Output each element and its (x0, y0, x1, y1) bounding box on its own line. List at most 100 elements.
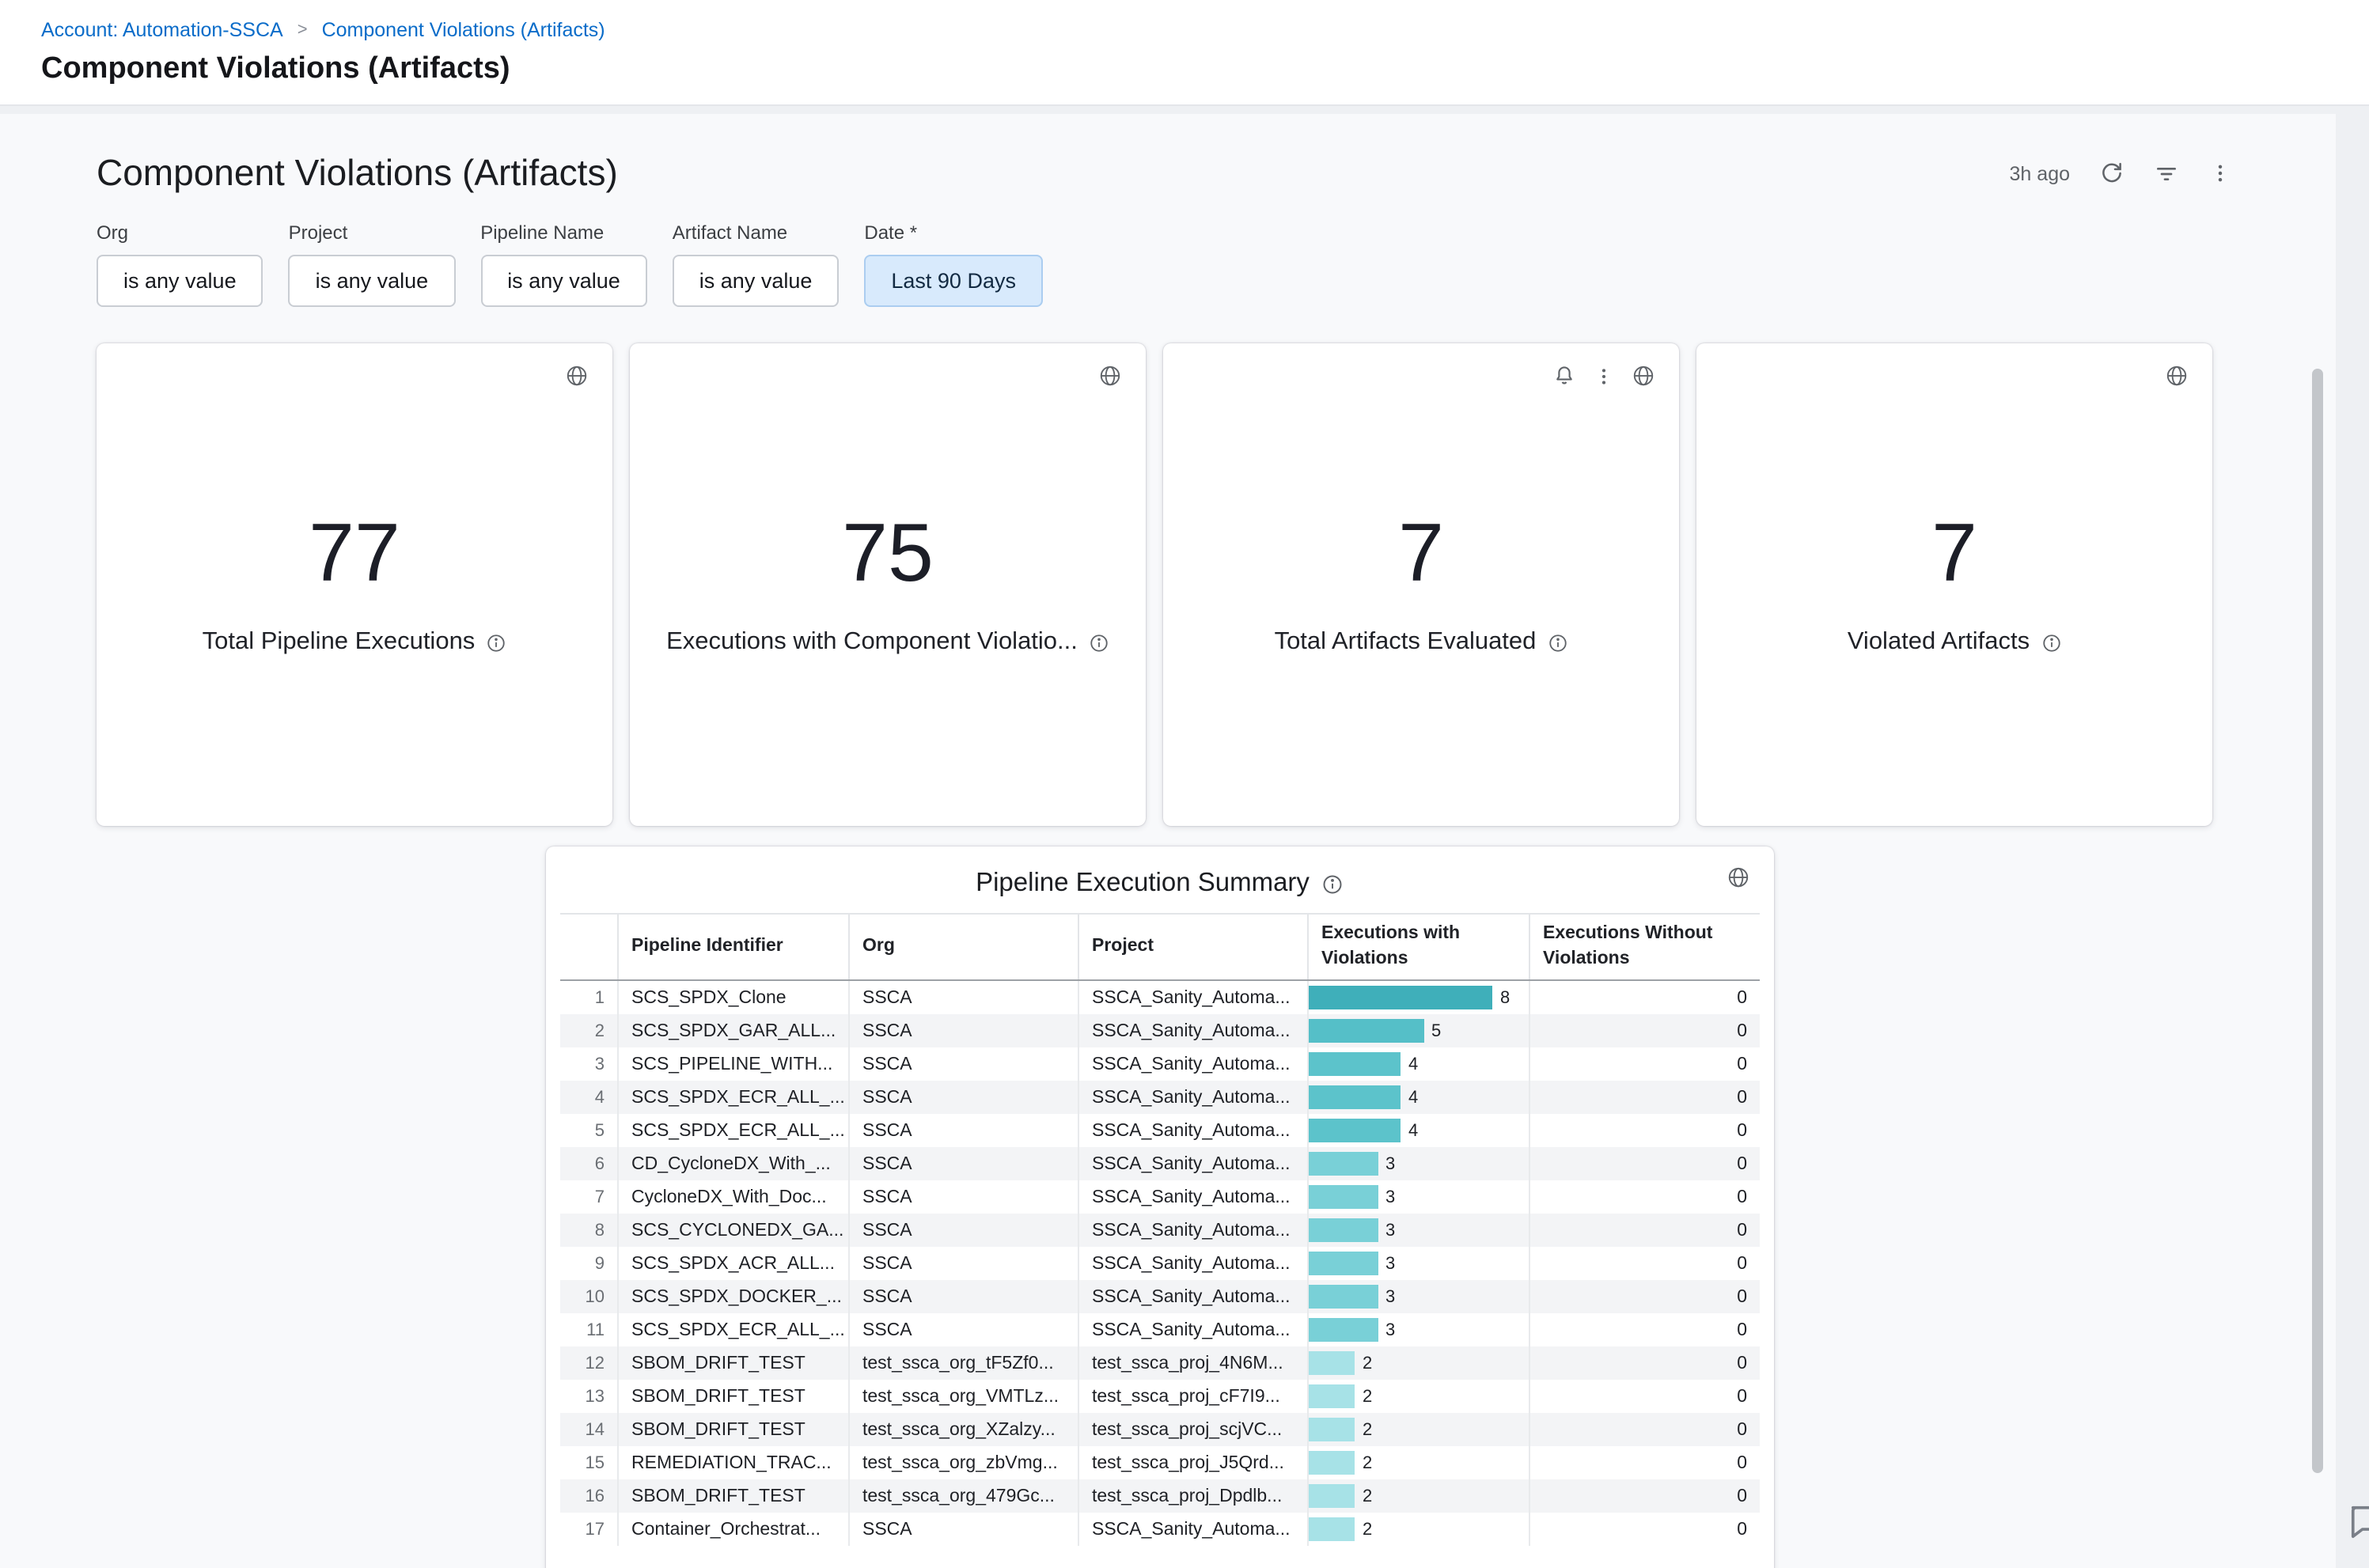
violations-bar (1309, 1384, 1355, 1408)
info-icon[interactable] (1089, 632, 1109, 653)
cell-org: test_ssca_org_VMTLz... (850, 1380, 1079, 1413)
filter-artifact-name-value-button[interactable]: is any value (673, 255, 840, 307)
dashboard-actions: 3h ago (2010, 161, 2231, 186)
cell-pipeline-identifier: SCS_SPDX_Clone (619, 981, 850, 1014)
app-window: Account: Automation-SSCA > Component Vio… (0, 0, 2369, 1568)
cell-project: SSCA_Sanity_Automa... (1079, 1147, 1309, 1180)
row-index: 3 (560, 1047, 619, 1081)
cell-org: SSCA (850, 981, 1079, 1014)
violations-bar (1309, 1285, 1378, 1309)
cell-project: SSCA_Sanity_Automa... (1079, 1180, 1309, 1214)
stat-label: Violated Artifacts (1848, 628, 2061, 657)
cell-executions-without-violations: 0 (1530, 1214, 1760, 1247)
column-header-executions-with-violations[interactable]: Executions with Violations (1309, 915, 1530, 979)
dashboard-title: Component Violations (Artifacts) (97, 152, 618, 195)
stat-value: 75 (842, 513, 934, 595)
cell-pipeline-identifier: SCS_SPDX_ACR_ALL... (619, 1247, 850, 1280)
cell-project: SSCA_Sanity_Automa... (1079, 1047, 1309, 1081)
cell-project: test_ssca_proj_Dpdlb... (1079, 1479, 1309, 1513)
info-icon[interactable] (1322, 873, 1344, 895)
cell-org: test_ssca_org_zbVmg... (850, 1446, 1079, 1479)
cell-pipeline-identifier: SCS_SPDX_ECR_ALL_... (619, 1114, 850, 1147)
feedback-chat-icon[interactable] (2345, 1500, 2369, 1541)
breadcrumb: Account: Automation-SSCA > Component Vio… (41, 19, 2369, 41)
violations-bar-value: 3 (1385, 1254, 1395, 1273)
violations-bar-value: 4 (1408, 1055, 1418, 1074)
cell-executions-without-violations: 0 (1530, 1513, 1760, 1546)
filter-date: Date * Last 90 Days (864, 222, 1043, 307)
row-index: 1 (560, 981, 619, 1014)
table-row: 1 SCS_SPDX_Clone SSCA SSCA_Sanity_Automa… (560, 981, 1760, 1014)
filter-date-value-button[interactable]: Last 90 Days (864, 255, 1043, 307)
table-row: 5 SCS_SPDX_ECR_ALL_... SSCA SSCA_Sanity_… (560, 1114, 1760, 1147)
tile-total-artifacts-evaluated: 7 Total Artifacts Evaluated (1163, 343, 1679, 826)
table-row: 10 SCS_SPDX_DOCKER_... SSCA SSCA_Sanity_… (560, 1280, 1760, 1313)
globe-icon[interactable] (1632, 364, 1655, 388)
table-row: 13 SBOM_DRIFT_TEST test_ssca_org_VMTLz..… (560, 1380, 1760, 1413)
tile-total-pipeline-executions: 77 Total Pipeline Executions (97, 343, 612, 826)
column-header-pipeline-identifier[interactable]: Pipeline Identifier (619, 915, 850, 979)
row-index: 14 (560, 1413, 619, 1446)
violations-bar-value: 2 (1363, 1354, 1372, 1373)
top-bar: Account: Automation-SSCA > Component Vio… (0, 0, 2369, 106)
violations-bar (1309, 986, 1492, 1009)
globe-icon[interactable] (1098, 364, 1122, 388)
info-icon[interactable] (2041, 632, 2061, 653)
cell-executions-with-violations: 3 (1309, 1147, 1530, 1180)
cell-org: SSCA (850, 1147, 1079, 1180)
cell-executions-with-violations: 3 (1309, 1280, 1530, 1313)
cell-executions-without-violations: 0 (1530, 1313, 1760, 1346)
cell-executions-with-violations: 2 (1309, 1513, 1530, 1546)
cell-executions-with-violations: 4 (1309, 1047, 1530, 1081)
filter-project-value-button[interactable]: is any value (289, 255, 456, 307)
vertical-scrollbar[interactable] (2312, 369, 2323, 1473)
cell-org: SSCA (850, 1280, 1079, 1313)
breadcrumb-page-link[interactable]: Component Violations (Artifacts) (322, 19, 605, 41)
breadcrumb-account-link[interactable]: Account: Automation-SSCA (41, 19, 283, 41)
info-icon[interactable] (486, 632, 506, 653)
cell-pipeline-identifier: SBOM_DRIFT_TEST (619, 1479, 850, 1513)
kebab-menu-icon[interactable] (1594, 365, 1614, 387)
info-icon[interactable] (1547, 632, 1567, 653)
cell-executions-with-violations: 2 (1309, 1446, 1530, 1479)
cell-project: SSCA_Sanity_Automa... (1079, 1214, 1309, 1247)
globe-icon[interactable] (565, 364, 589, 388)
cell-pipeline-identifier: SCS_SPDX_GAR_ALL... (619, 1014, 850, 1047)
filter-icon[interactable] (2154, 161, 2179, 186)
column-header-org[interactable]: Org (850, 915, 1079, 979)
cell-pipeline-identifier: SBOM_DRIFT_TEST (619, 1380, 850, 1413)
cell-pipeline-identifier: CycloneDX_With_Doc... (619, 1180, 850, 1214)
kebab-menu-icon[interactable] (2209, 161, 2231, 185)
cell-pipeline-identifier: SBOM_DRIFT_TEST (619, 1413, 850, 1446)
violations-bar (1309, 1152, 1378, 1176)
cell-pipeline-identifier: SCS_CYCLONEDX_GA... (619, 1214, 850, 1247)
column-header-project[interactable]: Project (1079, 915, 1309, 979)
violations-bar (1309, 1119, 1401, 1142)
table-body: 1 SCS_SPDX_Clone SSCA SSCA_Sanity_Automa… (560, 981, 1760, 1546)
stat-label: Total Artifacts Evaluated (1275, 628, 1568, 657)
violations-bar-value: 3 (1385, 1287, 1395, 1306)
column-header-executions-without-violations[interactable]: Executions Without Violations (1530, 915, 1760, 979)
last-refreshed-label: 3h ago (2010, 162, 2070, 184)
tile-executions-with-component-violations: 75 Executions with Component Violatio... (630, 343, 1146, 826)
table-row: 7 CycloneDX_With_Doc... SSCA SSCA_Sanity… (560, 1180, 1760, 1214)
filter-pipeline-name-value-button[interactable]: is any value (480, 255, 647, 307)
cell-executions-without-violations: 0 (1530, 981, 1760, 1014)
cell-executions-with-violations: 2 (1309, 1413, 1530, 1446)
cell-executions-with-violations: 2 (1309, 1346, 1530, 1380)
refresh-icon[interactable] (2100, 161, 2124, 185)
globe-icon[interactable] (2165, 364, 2189, 388)
filter-pipeline-name: Pipeline Name is any value (480, 222, 647, 307)
alert-bell-icon[interactable] (1552, 364, 1576, 388)
table-row: 2 SCS_SPDX_GAR_ALL... SSCA SSCA_Sanity_A… (560, 1014, 1760, 1047)
row-index: 6 (560, 1147, 619, 1180)
violations-bar (1309, 1318, 1378, 1342)
globe-icon[interactable] (1727, 865, 1750, 889)
row-index: 13 (560, 1380, 619, 1413)
cell-pipeline-identifier: SCS_PIPELINE_WITH... (619, 1047, 850, 1081)
cell-org: SSCA (850, 1114, 1079, 1147)
cell-executions-with-violations: 2 (1309, 1380, 1530, 1413)
filter-org-value-button[interactable]: is any value (97, 255, 263, 307)
filter-pipeline-name-label: Pipeline Name (480, 222, 647, 244)
cell-pipeline-identifier: SCS_SPDX_ECR_ALL_... (619, 1081, 850, 1114)
